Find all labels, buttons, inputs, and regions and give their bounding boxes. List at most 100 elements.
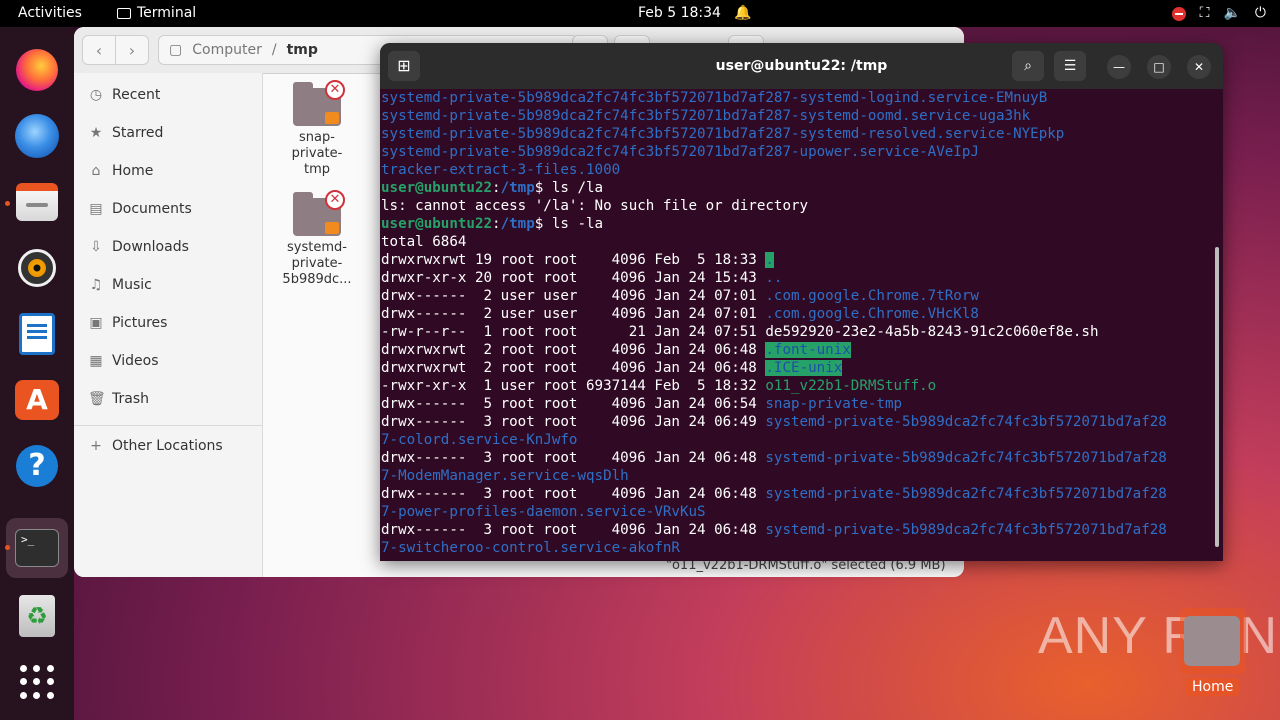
sidebar-item-trash[interactable]: 🗑 Trash — [88, 387, 149, 411]
sidebar-item-home[interactable]: ⌂ Home — [88, 159, 154, 183]
path-current[interactable]: tmp — [287, 36, 318, 64]
running-indicator — [5, 201, 10, 206]
home-folder-icon — [1184, 616, 1240, 666]
power-icon[interactable]: ⏻ — [1255, 0, 1266, 27]
clock[interactable]: Feb 5 18:34 — [638, 0, 721, 27]
terminal-line: user@ubuntu22:/tmp$ ls -la — [381, 215, 1211, 233]
dock-rhythmbox[interactable] — [14, 245, 60, 291]
sidebar-label: Music — [112, 277, 152, 293]
terminal-line: systemd-private-5b989dca2fc74fc3bf572071… — [381, 126, 1065, 142]
new-tab-button[interactable]: ⊞ — [388, 51, 420, 81]
app-center-icon: A — [15, 380, 59, 420]
system-tray[interactable]: ⛶ 🔈 ⏻ — [1171, 0, 1266, 27]
listing-meta: drwx------ 5 root root 4096 Jan 24 06:54 — [381, 396, 766, 412]
terminal-line: 7-power-profiles-daemon.service-VRvKuS — [381, 504, 706, 520]
show-apps-button[interactable] — [14, 659, 60, 705]
help-icon: ? — [16, 445, 58, 487]
terminal-line: tracker-extract-3-files.1000 — [381, 162, 621, 178]
listing-filename: .com.google.Chrome.7tRorw — [765, 288, 979, 304]
dock-app-center[interactable]: A — [14, 377, 60, 423]
desktop-home-label: Home — [1186, 678, 1240, 696]
dock-writer[interactable] — [14, 311, 60, 357]
listing-filename: .com.google.Chrome.VHcKl8 — [765, 306, 979, 322]
terminal-line: -rwxr-xr-x 1 user root 6937144 Feb 5 18:… — [381, 377, 1211, 395]
dock-files[interactable] — [14, 179, 60, 225]
listing-meta: drwx------ 2 user user 4096 Jan 24 07:01 — [381, 288, 766, 304]
sidebar-label: Starred — [112, 125, 164, 141]
command-text: $ ls /la — [534, 180, 604, 196]
record-icon[interactable] — [1171, 6, 1186, 21]
sidebar-item-music[interactable]: ♫ Music — [88, 273, 152, 297]
path-root[interactable]: Computer — [192, 36, 262, 64]
prompt-path: /tmp — [500, 216, 535, 232]
file-item-snap-private-tmp[interactable]: ✕ snap- private- tmp — [277, 80, 357, 178]
listing-filename: . — [765, 252, 774, 268]
terminal-line: 7-switcheroo-control.service-akofnR — [381, 540, 680, 556]
locked-folder-icon: ✕ — [293, 80, 345, 126]
back-button[interactable]: ‹ — [82, 35, 116, 65]
running-indicator — [5, 545, 10, 550]
trash-icon: ♻ — [19, 595, 55, 637]
picture-icon: ▣ — [89, 315, 103, 331]
locked-folder-icon: ✕ — [293, 190, 345, 236]
desktop-home-shortcut[interactable] — [1180, 608, 1246, 674]
sidebar-label: Recent — [112, 87, 161, 103]
drive-icon: ▢ — [169, 42, 183, 58]
sidebar-label: Trash — [112, 391, 149, 407]
listing-filename: systemd-private-5b989dca2fc74fc3bf572071… — [765, 450, 1167, 466]
dock-firefox[interactable] — [14, 47, 60, 93]
file-item-systemd-private[interactable]: ✕ systemd- private- 5b989dc... — [277, 190, 357, 288]
terminal-line: drwxrwxrwt 2 root root 4096 Jan 24 06:48… — [381, 341, 1211, 359]
terminal-line: ls: cannot access '/la': No such file or… — [381, 198, 809, 214]
sidebar-item-other-locations[interactable]: + Other Locations — [88, 434, 223, 458]
dock-trash[interactable]: ♻ — [14, 593, 60, 639]
sidebar-item-documents[interactable]: ▤ Documents — [88, 197, 191, 221]
forward-button[interactable]: › — [115, 35, 149, 65]
search-icon[interactable]: ⌕ — [1012, 51, 1044, 81]
sidebar-label: Downloads — [112, 239, 189, 255]
path-separator: / — [271, 42, 277, 58]
terminal-scrollbar[interactable] — [1215, 247, 1219, 547]
terminal-line: drwx------ 2 user user 4096 Jan 24 07:01… — [381, 305, 1211, 323]
close-button[interactable]: ✕ — [1187, 55, 1211, 79]
sidebar-item-recent[interactable]: ◷ Recent — [88, 83, 161, 107]
writer-icon — [19, 313, 55, 355]
terminal-line: -rw-r--r-- 1 root root 21 Jan 24 07:51 d… — [381, 323, 1211, 341]
rhythmbox-icon — [18, 249, 56, 287]
terminal-header: user@ubuntu22: /tmp ⊞ ⌕ ☰ — □ ✕ — [380, 43, 1223, 89]
dock-thunderbird[interactable] — [14, 113, 60, 159]
network-icon[interactable]: ⛶ — [1200, 0, 1210, 27]
listing-filename: .. — [765, 270, 783, 286]
listing-filename: o11_v22b1-DRMStuff.o — [765, 378, 937, 394]
sidebar-item-videos[interactable]: ▦ Videos — [88, 349, 158, 373]
activities-button[interactable]: Activities — [18, 0, 82, 27]
maximize-button[interactable]: □ — [1147, 55, 1171, 79]
terminal-line: drwx------ 3 root root 4096 Jan 24 06:48… — [381, 521, 1211, 539]
document-icon: ▤ — [89, 201, 103, 217]
home-icon: ⌂ — [91, 163, 101, 179]
file-name: systemd- private- 5b989dc... — [282, 240, 352, 287]
listing-filename: .ICE-unix — [765, 360, 843, 376]
sidebar-item-starred[interactable]: ★ Starred — [88, 121, 164, 145]
terminal-output[interactable]: systemd-private-5b989dca2fc74fc3bf572071… — [381, 89, 1211, 561]
volume-icon[interactable]: 🔈 — [1223, 0, 1240, 27]
terminal-line: drwx------ 3 root root 4096 Jan 24 06:48… — [381, 449, 1211, 467]
dock-terminal[interactable]: >_ — [14, 525, 60, 571]
minimize-button[interactable]: — — [1107, 55, 1131, 79]
terminal-line: user@ubuntu22:/tmp$ ls /la — [381, 179, 1211, 197]
terminal-icon — [117, 8, 131, 19]
sidebar-item-pictures[interactable]: ▣ Pictures — [88, 311, 167, 335]
app-menu[interactable]: Terminal — [117, 0, 196, 27]
command-text: $ ls -la — [534, 216, 604, 232]
dock-help[interactable]: ? — [14, 443, 60, 489]
terminal-line: drwxrwxrwt 19 root root 4096 Feb 5 18:33… — [381, 251, 1211, 269]
terminal-line: drwx------ 5 root root 4096 Jan 24 06:54… — [381, 395, 1211, 413]
bell-icon[interactable]: 🔔 — [734, 0, 751, 27]
terminal-line: drwxrwxrwt 2 root root 4096 Jan 24 06:48… — [381, 359, 1211, 377]
listing-filename: .font-unix — [765, 342, 851, 358]
prompt-colon: : — [492, 216, 501, 232]
listing-filename: systemd-private-5b989dca2fc74fc3bf572071… — [765, 522, 1167, 538]
listing-meta: drwx------ 3 root root 4096 Jan 24 06:48 — [381, 450, 766, 466]
hamburger-menu-icon[interactable]: ☰ — [1054, 51, 1086, 81]
sidebar-item-downloads[interactable]: ⇩ Downloads — [88, 235, 189, 259]
